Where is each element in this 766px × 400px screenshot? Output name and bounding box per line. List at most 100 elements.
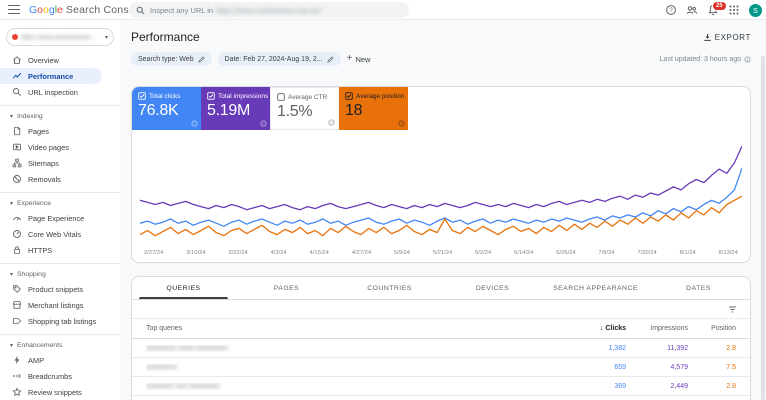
table-filter-row [132,300,750,319]
top-app-bar: Google Search Console Inspect any URL in… [0,0,766,20]
sidebar-item-video-pages[interactable]: Video pages [0,139,102,155]
column-header-clicks[interactable]: ↓ Clicks [540,325,626,332]
sidebar-section-shopping[interactable]: ▾ Shopping [0,268,120,281]
snippet-icon [12,284,22,294]
sidebar-item-label: HTTPS [28,245,53,255]
query-text-redacted: eeeeeee eee eeeeeeee [146,382,220,390]
impressions-value: 11,392 [667,344,688,352]
svg-text:?: ? [330,121,332,125]
page-title: Performance [131,30,200,44]
export-button[interactable]: EXPORT [703,33,751,42]
main-content: Performance EXPORT Search type: Web Date:… [120,20,766,400]
metric-value: 5.19M [207,102,250,119]
position-value: 7.5 [726,363,736,371]
info-icon[interactable]: ? [260,120,267,127]
x-axis-tick-label: 8/1/24 [679,250,696,256]
sidebar-item-core-web-vitals[interactable]: Core Web Vitals [0,226,102,242]
tab-pages[interactable]: PAGES [235,277,338,299]
sidebar-item-review-snippets[interactable]: Review snippets [0,384,102,400]
sidebar-item-label: Performance [28,71,74,81]
tab-queries[interactable]: QUERIES [132,277,235,299]
sidebar-item-sitemaps[interactable]: Sitemaps [0,155,102,171]
google-search-console-app: Google Search Console Inspect any URL in… [0,0,766,400]
table-row[interactable]: eeeeeeee 659 4,579 7.5 [132,358,750,377]
sidebar-item-label: AMP [28,355,45,365]
info-icon[interactable]: ? [328,119,335,126]
column-header-impressions[interactable]: Impressions [626,325,688,332]
x-axis-tick-label: 4/3/24 [270,250,287,256]
tag-icon [12,316,22,326]
x-axis-tick-label: 6/14/24 [514,250,534,256]
vertical-scrollbar[interactable] [761,56,765,400]
info-icon[interactable]: ? [398,120,405,127]
sidebar-item-label: Product snippets [28,284,84,294]
column-header-position[interactable]: Position [688,325,736,332]
sidebar-item-https[interactable]: HTTPS [0,242,102,258]
svg-text:?: ? [400,122,402,126]
tab-label: DEVICES [475,284,510,292]
column-header-top-queries[interactable]: Top queries [146,325,540,332]
tab-label: SEARCH APPEARANCE [553,284,638,292]
position-value: 2.8 [726,382,736,390]
notifications-bell-icon[interactable]: 25 [707,1,727,16]
metric-tile-average-ctr[interactable]: Average CTR 1.5%? [270,87,339,130]
sidebar-item-page-experience[interactable]: Page Experience [0,210,102,226]
sidebar-item-amp[interactable]: AMP [0,352,102,368]
date-range-filter-chip[interactable]: Date: Feb 27, 2024-Aug 19, 2... [217,50,341,68]
sidebar-item-merchant-listings[interactable]: Merchant listings [0,297,102,313]
new-filter-label: New [355,54,371,64]
sidebar-section-experience[interactable]: ▾ Experience [0,197,120,210]
url-inspect-search-input[interactable]: Inspect any URL in https://www.eeeeeeeee… [129,2,409,18]
tab-search-appearance[interactable]: SEARCH APPEARANCE [544,277,647,299]
help-icon[interactable]: ? [665,4,677,16]
sidebar-item-breadcrumbs[interactable]: Breadcrumbs [0,368,102,384]
lock-icon [12,245,22,255]
metric-tile-average-position[interactable]: Average position 18? [339,87,408,130]
sidebar-item-label: Removals [28,174,61,184]
sidebar-item-product-snippets[interactable]: Product snippets [0,281,102,297]
dimensions-table-card: QUERIES PAGES COUNTRIES DEVICES SEARCH APPEA… [131,276,751,400]
users-icon[interactable] [686,4,698,16]
download-icon [703,33,711,41]
sidebar-divider [0,263,120,264]
tab-dates[interactable]: DATES [647,277,750,299]
tab-devices[interactable]: DEVICES [441,277,544,299]
dimension-tabs: QUERIES PAGES COUNTRIES DEVICES SEARCH APPEA… [132,277,750,300]
sidebar-section-enhancements[interactable]: ▾ Enhancements [0,339,120,352]
property-selector[interactable]: https://www.eeeeeeeeee... ▾ [6,28,114,46]
metric-label: Total clicks [149,92,181,100]
google-logo[interactable]: Google Search Console [29,4,143,16]
performance-line-chart[interactable] [132,130,750,248]
sidebar-item-url-inspection[interactable]: URL inspection [0,84,102,100]
info-icon [744,56,751,62]
sidebar-item-overview[interactable]: Overview [0,52,102,68]
chart-line-impressions [140,145,742,211]
filter-icon[interactable] [728,305,737,314]
table-row[interactable]: eeeeeeee eeee eeeeeeee 1,382 11,392 2.8 [132,339,750,358]
account-avatar[interactable]: S [749,3,762,17]
svg-text:?: ? [669,8,673,14]
impressions-value: 4,579 [670,363,688,371]
clicks-value: 659 [614,363,626,371]
table-row[interactable]: eeeeeee eee eeeeeeee 369 2,449 2.8 [132,377,750,396]
metric-tile-total-clicks[interactable]: Total clicks 76.8K? [132,87,201,130]
crumbs-icon [12,371,22,381]
apps-grid-icon[interactable] [728,4,740,16]
sidebar-item-performance[interactable]: Performance [0,68,102,84]
info-icon[interactable]: ? [191,120,198,127]
sidebar-section-label: Shopping [17,271,46,278]
sidebar-item-removals[interactable]: Removals [0,171,102,187]
sidebar-item-pages[interactable]: Pages [0,123,102,139]
new-filter-button[interactable]: + New [347,54,371,64]
edit-pencil-icon [326,50,334,68]
search-type-filter-chip[interactable]: Search type: Web [131,52,212,66]
sidebar-item-shopping-tab-listings[interactable]: Shopping tab listings [0,313,102,329]
metric-tile-total-impressions[interactable]: Total impressions 5.19M? [201,87,270,130]
svg-text:?: ? [193,122,195,126]
removals-icon [12,174,22,184]
x-axis-tick-label: 5/9/24 [393,250,411,256]
sidebar-section-indexing[interactable]: ▾ Indexing [0,110,120,123]
tab-countries[interactable]: COUNTRIES [338,277,441,299]
menu-icon[interactable] [8,5,20,14]
search-icon [136,6,145,14]
